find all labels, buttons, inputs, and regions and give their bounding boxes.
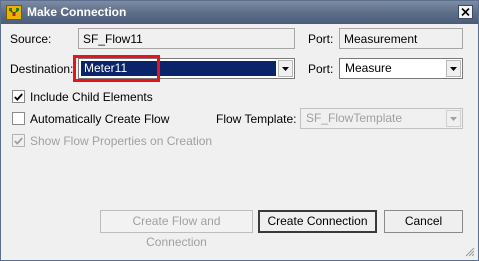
close-icon bbox=[461, 8, 470, 16]
chevron-down-icon bbox=[450, 116, 457, 121]
destination-port-value: Measure bbox=[345, 61, 392, 75]
window-title: Make Connection bbox=[27, 5, 127, 19]
source-value: SF_Flow11 bbox=[83, 32, 143, 46]
cancel-button[interactable]: Cancel bbox=[384, 210, 463, 233]
flow-template-value: SF_FlowTemplate bbox=[306, 111, 403, 125]
chevron-down-icon bbox=[450, 66, 457, 71]
flow-template-label: Flow Template: bbox=[216, 112, 297, 126]
close-button[interactable] bbox=[458, 5, 473, 19]
source-port-value: Measurement bbox=[344, 32, 418, 46]
source-label: Source: bbox=[10, 32, 52, 46]
make-connection-dialog: Make Connection Source: SF_Flow11 Port: … bbox=[0, 0, 479, 261]
checkmark-icon bbox=[14, 92, 23, 101]
flow-template-dropdown-arrow[interactable] bbox=[446, 110, 461, 127]
resize-grip-icon bbox=[465, 247, 475, 257]
show-flow-props-checkbox[interactable] bbox=[12, 134, 25, 147]
include-child-checkbox[interactable] bbox=[12, 90, 25, 103]
destination-dropdown-arrow[interactable] bbox=[278, 60, 293, 77]
destination-port-label: Port: bbox=[308, 62, 334, 76]
include-child-label[interactable]: Include Child Elements bbox=[30, 90, 153, 104]
show-flow-props-label[interactable]: Show Flow Properties on Creation bbox=[30, 134, 212, 148]
destination-port-dropdown-arrow[interactable] bbox=[446, 60, 461, 77]
destination-label: Destination: bbox=[10, 62, 74, 76]
source-port-field: Measurement bbox=[339, 28, 463, 49]
title-bar[interactable]: Make Connection bbox=[1, 1, 478, 24]
auto-create-flow-checkbox[interactable] bbox=[12, 112, 25, 125]
make-connection-app-icon bbox=[6, 5, 22, 20]
destination-port-dropdown[interactable]: Measure bbox=[339, 58, 463, 79]
create-connection-button[interactable]: Create Connection bbox=[258, 210, 377, 233]
resize-grip[interactable] bbox=[463, 245, 475, 257]
flow-template-dropdown[interactable]: SF_FlowTemplate bbox=[300, 108, 463, 129]
source-field: SF_Flow11 bbox=[78, 28, 295, 49]
chevron-down-icon bbox=[282, 66, 289, 71]
source-port-label: Port: bbox=[308, 32, 334, 46]
create-flow-and-connection-button[interactable]: Create Flow and Connection bbox=[100, 210, 253, 249]
checkmark-icon bbox=[14, 136, 23, 145]
auto-create-flow-label[interactable]: Automatically Create Flow bbox=[30, 112, 169, 126]
red-annotation-box bbox=[73, 55, 160, 82]
